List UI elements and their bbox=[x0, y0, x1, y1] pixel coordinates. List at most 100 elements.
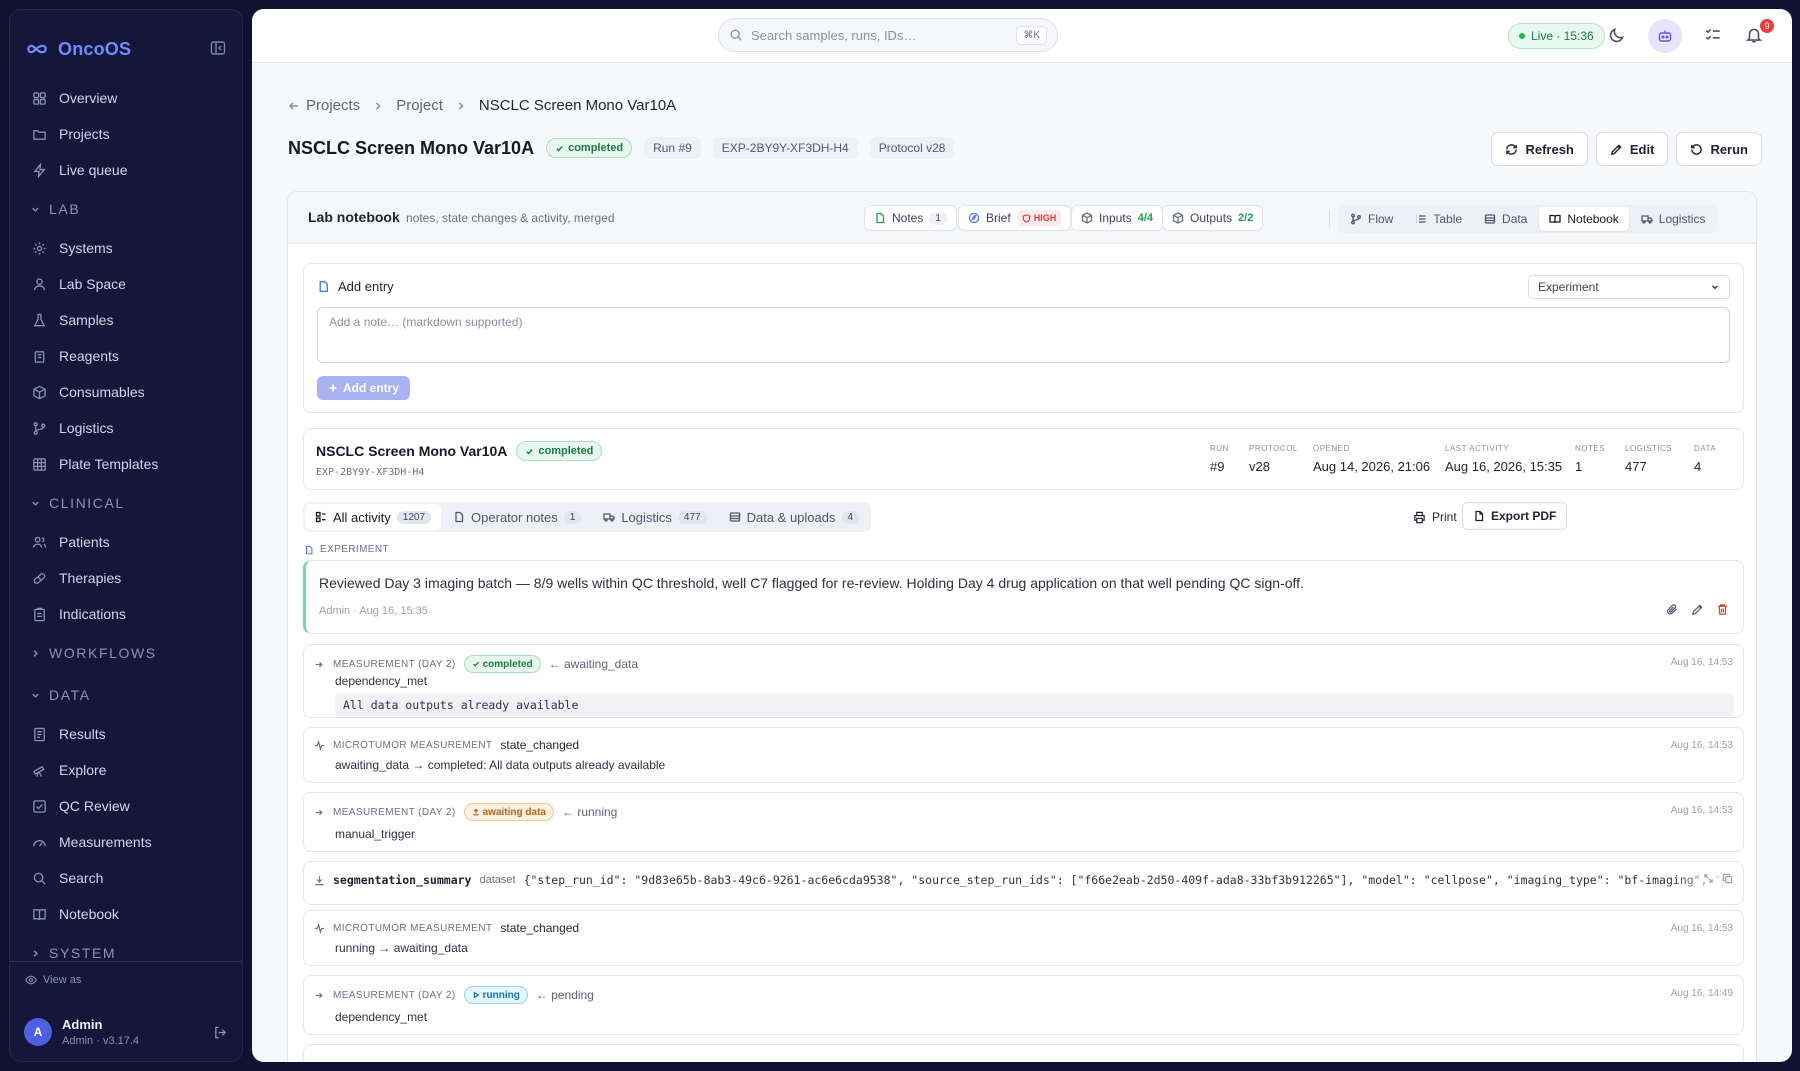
book-open-icon bbox=[1549, 214, 1562, 224]
sidebar-item-plate-templates[interactable]: Plate Templates bbox=[10, 446, 242, 482]
topbar: Search samples, runs, IDs… ⌘K Live · 15:… bbox=[252, 9, 1792, 63]
search-input[interactable]: Search samples, runs, IDs… bbox=[751, 28, 916, 43]
activity-event: MEASUREMENT (DAY 2) completed ← awaiting… bbox=[303, 644, 1744, 718]
inputs-pill[interactable]: Inputs 4/4 bbox=[1071, 205, 1163, 231]
sidebar-item-live-queue[interactable]: Live queue bbox=[10, 152, 242, 188]
brief-pill[interactable]: Brief HIGH bbox=[958, 205, 1072, 231]
sidebar-item-reagents[interactable]: Reagents bbox=[10, 338, 242, 374]
event-kind: MEASUREMENT (DAY 2) bbox=[333, 658, 456, 670]
note-icon bbox=[876, 212, 885, 224]
pencil-icon[interactable] bbox=[1691, 603, 1704, 616]
sidebar-item-search[interactable]: Search bbox=[10, 860, 242, 896]
tab-notebook[interactable]: Notebook bbox=[1539, 207, 1629, 231]
sidebar-item-overview[interactable]: Overview bbox=[10, 80, 242, 116]
status-badge: awaiting data bbox=[463, 803, 554, 821]
sidebar-item-label: QC Review bbox=[59, 798, 130, 814]
gauge-icon bbox=[33, 839, 46, 847]
status-label: completed bbox=[568, 142, 624, 154]
button-label: Export PDF bbox=[1491, 509, 1557, 523]
users-icon bbox=[32, 536, 47, 548]
eye-icon bbox=[25, 975, 37, 985]
sidebar-item-samples[interactable]: Samples bbox=[10, 302, 242, 338]
logout-icon[interactable] bbox=[213, 1025, 228, 1040]
button-label: Add entry bbox=[343, 381, 400, 395]
trash-icon[interactable] bbox=[1716, 603, 1729, 616]
tab-count: 1207 bbox=[396, 510, 432, 524]
rerun-button[interactable]: Rerun bbox=[1676, 132, 1762, 166]
sidebar-item-lab-space[interactable]: Lab Space bbox=[10, 266, 242, 302]
tab-logistics[interactable]: Logistics bbox=[1631, 207, 1716, 231]
notes-pill[interactable]: Notes 1 bbox=[864, 205, 957, 231]
sidebar-item-indications[interactable]: Indications bbox=[10, 596, 242, 632]
person-icon bbox=[33, 277, 46, 290]
outputs-pill[interactable]: Outputs 2/2 bbox=[1162, 205, 1264, 231]
chevron-right-icon bbox=[33, 649, 38, 657]
sidebar-section-data[interactable]: DATA bbox=[10, 674, 242, 716]
expand-icon[interactable] bbox=[1703, 873, 1714, 884]
stat-value: Aug 14, 2026, 21:06 bbox=[1313, 459, 1431, 474]
export-pdf-button[interactable]: Export PDF bbox=[1462, 502, 1568, 530]
sidebar-item-results[interactable]: Results bbox=[10, 716, 242, 752]
brand[interactable]: OncoOS bbox=[26, 36, 131, 62]
dataset-event[interactable]: segmentation_summary dataset {"step_run_… bbox=[303, 861, 1744, 905]
inputs-count: 4/4 bbox=[1137, 212, 1153, 224]
copy-icon[interactable] bbox=[1722, 873, 1733, 884]
chevron-down-icon bbox=[32, 207, 39, 212]
global-search[interactable]: Search samples, runs, IDs… ⌘K bbox=[718, 18, 1058, 52]
sidebar-section-lab[interactable]: LAB bbox=[10, 188, 242, 230]
refresh-button[interactable]: Refresh bbox=[1491, 132, 1588, 166]
sidebar-item-consumables[interactable]: Consumables bbox=[10, 374, 242, 410]
sidebar-item-systems[interactable]: Systems bbox=[10, 230, 242, 266]
print-button[interactable]: Print bbox=[1405, 504, 1465, 530]
tab-table[interactable]: Table bbox=[1405, 207, 1472, 231]
sidebar-collapse-icon[interactable] bbox=[210, 40, 226, 56]
document-icon bbox=[34, 727, 45, 741]
branch-icon bbox=[33, 421, 46, 435]
sidebar-item-patients[interactable]: Patients bbox=[10, 524, 242, 560]
event-kind: MEASUREMENT (DAY 2) bbox=[333, 806, 456, 818]
entry-type-select[interactable]: Experiment bbox=[1528, 275, 1730, 299]
assistant-button[interactable] bbox=[1648, 19, 1682, 53]
tab-data[interactable]: Data bbox=[1474, 207, 1537, 231]
sidebar-item-projects[interactable]: Projects bbox=[10, 116, 242, 152]
stat-label: PROTOCOL bbox=[1249, 444, 1298, 453]
button-label: Rerun bbox=[1710, 141, 1748, 157]
tab-flow[interactable]: Flow bbox=[1340, 207, 1403, 231]
sidebar-footer: View as A Admin Admin · v3.17.4 bbox=[10, 961, 242, 1061]
status-badge: running bbox=[463, 986, 528, 1004]
event-header: MEASUREMENT (DAY 2) running ← pending bbox=[314, 986, 594, 1004]
sidebar-item-label: Plate Templates bbox=[59, 456, 159, 472]
status-badge: completed bbox=[516, 441, 603, 461]
rotate-ccw-icon bbox=[1691, 143, 1703, 155]
breadcrumb-project[interactable]: Project bbox=[396, 97, 443, 114]
sidebar-item-explore[interactable]: Explore bbox=[10, 752, 242, 788]
event-time: Aug 16, 14:53 bbox=[1670, 657, 1733, 668]
sidebar-item-qc-review[interactable]: QC Review bbox=[10, 788, 242, 824]
activity-event-partial bbox=[303, 1044, 1744, 1062]
notes-count: 1 bbox=[929, 211, 947, 225]
view-as-link[interactable]: View as bbox=[25, 974, 81, 986]
add-entry-button[interactable]: Add entry bbox=[317, 376, 411, 400]
tab-operator-notes[interactable]: Operator notes 1 bbox=[443, 504, 591, 530]
user-profile[interactable]: A Admin Admin · v3.17.4 bbox=[24, 1012, 228, 1052]
note-textarea[interactable]: Add a note… (markdown supported) bbox=[317, 307, 1730, 363]
sidebar-item-measurements[interactable]: Measurements bbox=[10, 824, 242, 860]
sidebar-item-therapies[interactable]: Therapies bbox=[10, 560, 242, 596]
paperclip-icon[interactable] bbox=[1666, 603, 1679, 616]
live-status-badge[interactable]: Live · 15:36 bbox=[1508, 23, 1605, 49]
moon-icon[interactable] bbox=[1608, 26, 1626, 44]
sidebar-section-clinical[interactable]: CLINICAL bbox=[10, 482, 242, 524]
sidebar-item-logistics[interactable]: Logistics bbox=[10, 410, 242, 446]
event-name: state_changed bbox=[500, 921, 580, 935]
tab-all-activity[interactable]: All activity 1207 bbox=[305, 504, 442, 530]
tab-data-uploads[interactable]: Data & uploads 4 bbox=[719, 504, 869, 530]
tab-label: Operator notes bbox=[471, 509, 558, 525]
breadcrumb-projects[interactable]: Projects bbox=[288, 97, 360, 114]
sidebar-item-label: Indications bbox=[59, 606, 126, 622]
sidebar-section-workflows[interactable]: WORKFLOWS bbox=[10, 632, 242, 674]
checklist-icon[interactable] bbox=[1704, 26, 1722, 44]
tab-label: All activity bbox=[333, 509, 391, 525]
edit-button[interactable]: Edit bbox=[1595, 132, 1669, 166]
tab-logistics-activity[interactable]: Logistics 477 bbox=[593, 504, 716, 530]
sidebar-item-notebook[interactable]: Notebook bbox=[10, 896, 242, 932]
